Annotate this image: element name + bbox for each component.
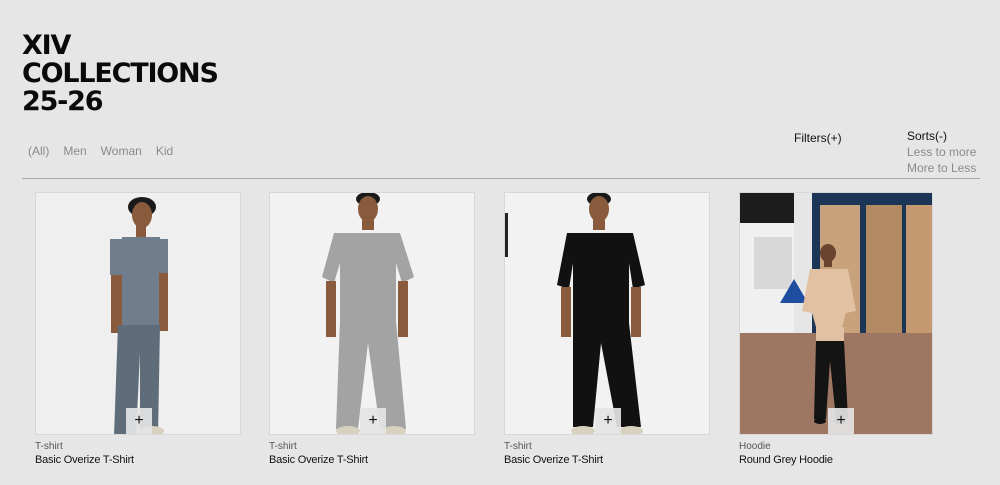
product-image[interactable]: + bbox=[269, 192, 475, 435]
product-category: T-shirt bbox=[504, 441, 532, 452]
product-category: T-shirt bbox=[269, 441, 297, 452]
product-card[interactable]: + T-shirt Basic Overize T-Shirt bbox=[35, 192, 241, 466]
header-divider bbox=[22, 178, 980, 179]
title-line: COLLECTIONS bbox=[22, 58, 219, 89]
title-line: 25-26 bbox=[22, 86, 104, 117]
product-name[interactable]: Basic Overize T-Shirt bbox=[504, 454, 710, 466]
category-kid[interactable]: Kid bbox=[156, 144, 173, 158]
product-name[interactable]: Basic Overize T-Shirt bbox=[35, 454, 241, 466]
add-to-cart-button[interactable]: + bbox=[360, 408, 386, 434]
sort-option-ascending[interactable]: Less to more bbox=[907, 144, 976, 160]
sorts-toggle[interactable]: Sorts(-) bbox=[907, 128, 976, 144]
product-name[interactable]: Basic Overize T-Shirt bbox=[269, 454, 475, 466]
category-woman[interactable]: Woman bbox=[101, 144, 142, 158]
product-image[interactable]: + bbox=[35, 192, 241, 435]
sorts-menu: Sorts(-) Less to more More to Less bbox=[907, 128, 976, 176]
product-image[interactable]: + bbox=[504, 192, 710, 435]
page-title: XIV COLLECTIONS 25-26 bbox=[22, 30, 219, 117]
add-to-cart-button[interactable]: + bbox=[126, 408, 152, 434]
product-name[interactable]: Round Grey Hoodie bbox=[739, 454, 933, 466]
product-image[interactable]: + bbox=[739, 192, 933, 435]
product-card[interactable]: + Hoodie Round Grey Hoodie bbox=[739, 192, 933, 466]
product-category: T-shirt bbox=[35, 441, 63, 452]
product-card[interactable]: + T-shirt Basic Overize T-Shirt bbox=[504, 192, 710, 466]
category-nav: (All) Men Woman Kid bbox=[28, 144, 173, 158]
category-all[interactable]: (All) bbox=[28, 144, 49, 158]
product-category: Hoodie bbox=[739, 441, 771, 452]
add-to-cart-button[interactable]: + bbox=[595, 408, 621, 434]
add-to-cart-button[interactable]: + bbox=[828, 408, 854, 434]
sort-option-descending[interactable]: More to Less bbox=[907, 160, 976, 176]
filters-toggle[interactable]: Filters(+) bbox=[794, 131, 842, 145]
title-line: XIV bbox=[22, 30, 71, 61]
category-men[interactable]: Men bbox=[63, 144, 86, 158]
product-card[interactable]: + T-shirt Basic Overize T-Shirt bbox=[269, 192, 475, 466]
